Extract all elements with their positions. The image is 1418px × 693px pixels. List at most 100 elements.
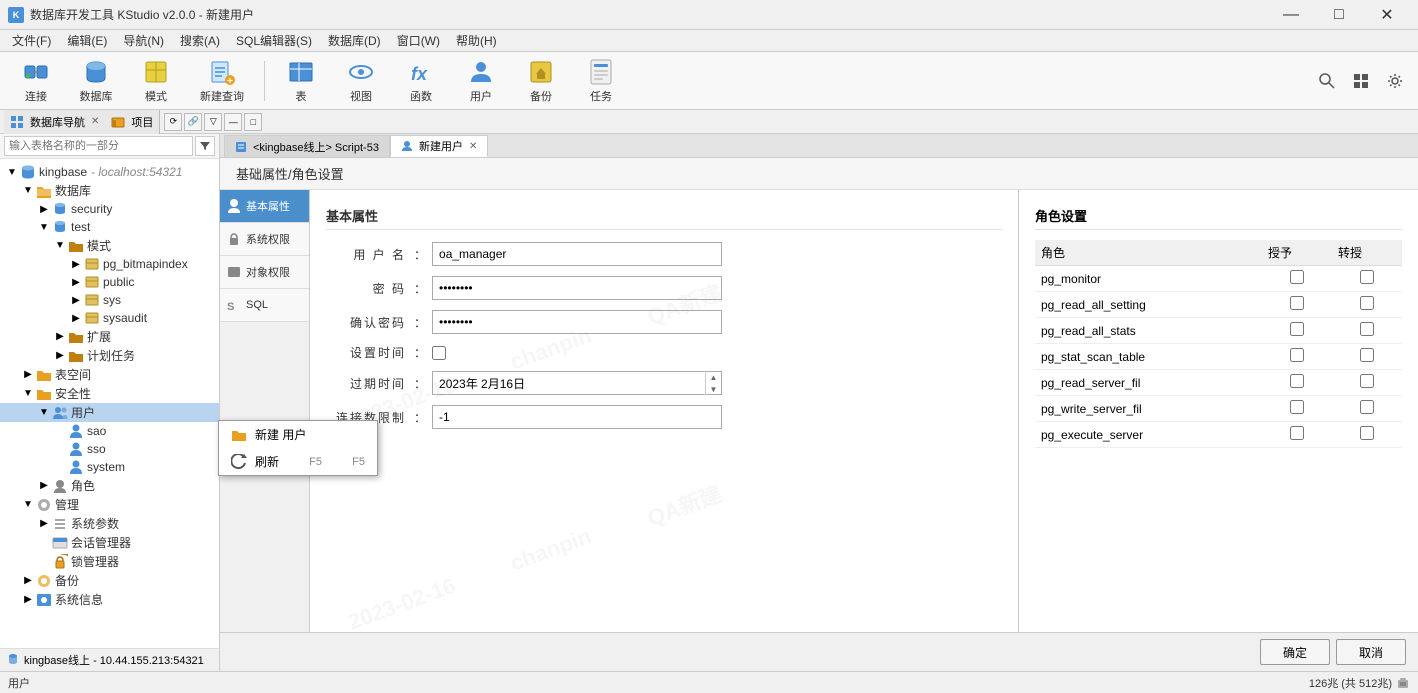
nav-filter-btn[interactable]: ▽ [204,113,222,131]
role-transfer-checkbox-3[interactable] [1360,348,1374,362]
toolbar-backup[interactable]: 备份 [513,56,569,106]
role-grant-checkbox-0[interactable] [1290,270,1304,284]
toolbar-layout-btn[interactable] [1346,66,1376,96]
role-grant-checkbox-4[interactable] [1290,374,1304,388]
confirm-pwd-input[interactable] [432,310,722,334]
cancel-button[interactable]: 取消 [1336,639,1406,665]
nav-sys-privs[interactable]: 系统权限 [220,223,309,256]
tab-close-icon[interactable]: ✕ [469,141,477,152]
menu-help[interactable]: 帮助(H) [448,30,505,51]
role-transfer-checkbox-1[interactable] [1360,296,1374,310]
username-input[interactable] [432,242,722,266]
menu-search[interactable]: 搜索(A) [172,30,228,51]
tree-management[interactable]: ▼ 管理 [0,495,219,514]
minimize-button[interactable]: — [1268,0,1314,30]
db-nav-close[interactable]: ✕ [91,116,99,127]
extensions-toggle[interactable]: ▶ [52,331,68,342]
tree-user-sao[interactable]: sao [0,422,219,440]
management-toggle[interactable]: ▼ [20,499,36,510]
ctx-refresh[interactable]: 刷新 F5 F5 [219,448,377,475]
tree-session-mgr[interactable]: 会话管理器 [0,533,219,552]
sysinfo-toggle[interactable]: ▶ [20,594,36,605]
tree-user-sso[interactable]: sso [0,440,219,458]
root-toggle[interactable]: ▼ [4,167,20,178]
tree-backup[interactable]: ▶ 备份 [0,571,219,590]
scheduled-toggle[interactable]: ▶ [52,350,68,361]
tree-scheduled-tasks[interactable]: ▶ 计划任务 [0,346,219,365]
role-transfer-checkbox-4[interactable] [1360,374,1374,388]
expiry-date-input[interactable] [433,372,705,394]
users-toggle[interactable]: ▼ [36,407,52,418]
toolbar-search-btn[interactable] [1312,66,1342,96]
menu-window[interactable]: 窗口(W) [389,30,448,51]
project-label[interactable]: 项目 [131,114,153,130]
security-toggle[interactable]: ▶ [36,204,52,215]
role-transfer-checkbox-5[interactable] [1360,400,1374,414]
nav-basic-props[interactable]: 基本属性 [220,190,309,223]
tree-db-security[interactable]: ▶ security [0,200,219,218]
close-button[interactable]: ✕ [1364,0,1410,30]
tree-sysinfo[interactable]: ▶ 系统信息 [0,590,219,609]
role-grant-checkbox-1[interactable] [1290,296,1304,310]
schema-toggle[interactable]: ▼ [52,240,68,251]
sys-params-toggle[interactable]: ▶ [36,518,52,529]
public-toggle[interactable]: ▶ [68,277,84,288]
nav-sql[interactable]: S SQL [220,289,309,322]
tree-schema-folder[interactable]: ▼ 模式 [0,236,219,255]
pg-bitmapindex-toggle[interactable]: ▶ [68,259,84,270]
tree-sys-params[interactable]: ▶ 系统参数 [0,514,219,533]
tree-filter-btn[interactable] [195,136,215,156]
toolbar-schema[interactable]: 模式 [128,56,184,106]
menu-nav[interactable]: 导航(N) [115,30,172,51]
trash-icon[interactable] [1396,676,1410,690]
maximize-button[interactable]: □ [1316,0,1362,30]
tree-security[interactable]: ▼ 安全性 [0,384,219,403]
toolbar-settings-btn[interactable] [1380,66,1410,96]
date-spin-up[interactable]: ▲ [706,371,721,383]
role-grant-checkbox-6[interactable] [1290,426,1304,440]
conn-limit-input[interactable] [432,405,722,429]
sys-toggle[interactable]: ▶ [68,295,84,306]
databases-toggle[interactable]: ▼ [20,185,36,196]
date-spin-down[interactable]: ▼ [706,383,721,395]
toolbar-user[interactable]: 用户 [453,56,509,106]
tab-new-user[interactable]: 新建用户 ✕ [390,135,488,157]
toolbar-task[interactable]: 任务 [573,56,629,106]
tree-schema-sys[interactable]: ▶ sys [0,291,219,309]
toolbar-view[interactable]: 视图 [333,56,389,106]
tablespace-toggle[interactable]: ▶ [20,369,36,380]
role-grant-checkbox-5[interactable] [1290,400,1304,414]
tree-schema-sysaudit[interactable]: ▶ sysaudit [0,309,219,327]
toolbar-database[interactable]: 数据库 [68,56,124,106]
tree-schema-pg-bitmapindex[interactable]: ▶ pg_bitmapindex [0,255,219,273]
password-input[interactable] [432,276,722,300]
nav-max-btn[interactable]: □ [244,113,262,131]
tab-script[interactable]: <kingbase线上> Script-53 [224,135,390,157]
menu-db[interactable]: 数据库(D) [320,30,389,51]
menu-sql[interactable]: SQL编辑器(S) [228,30,320,51]
toolbar-connect[interactable]: 连接 [8,56,64,106]
tree-schema-public[interactable]: ▶ public [0,273,219,291]
tree-extensions[interactable]: ▶ 扩展 [0,327,219,346]
tree-databases[interactable]: ▼ 数据库 [0,181,219,200]
db-nav-label[interactable]: 数据库导航 [30,114,85,130]
sysaudit-toggle[interactable]: ▶ [68,313,84,324]
toolbar-table[interactable]: 表 [273,56,329,106]
menu-edit[interactable]: 编辑(E) [59,30,115,51]
security-toggle-2[interactable]: ▼ [20,388,36,399]
tree-users[interactable]: ▼ 用户 [0,403,219,422]
role-grant-checkbox-3[interactable] [1290,348,1304,362]
toolbar-new-query[interactable]: + 新建查询 [188,56,256,106]
nav-link-btn[interactable]: 🔗 [184,113,202,131]
backup-toggle[interactable]: ▶ [20,575,36,586]
tree-root[interactable]: ▼ kingbase - localhost:54321 [0,163,219,181]
tree-tablespace[interactable]: ▶ 表空间 [0,365,219,384]
role-transfer-checkbox-0[interactable] [1360,270,1374,284]
tree-db-test[interactable]: ▼ test [0,218,219,236]
tree-roles[interactable]: ▶ 角色 [0,476,219,495]
role-grant-checkbox-2[interactable] [1290,322,1304,336]
set-time-checkbox[interactable] [432,346,446,360]
nav-sync-btn[interactable]: ⟳ [164,113,182,131]
tree-search-input[interactable] [4,136,193,156]
nav-collapse-btn[interactable]: — [224,113,242,131]
